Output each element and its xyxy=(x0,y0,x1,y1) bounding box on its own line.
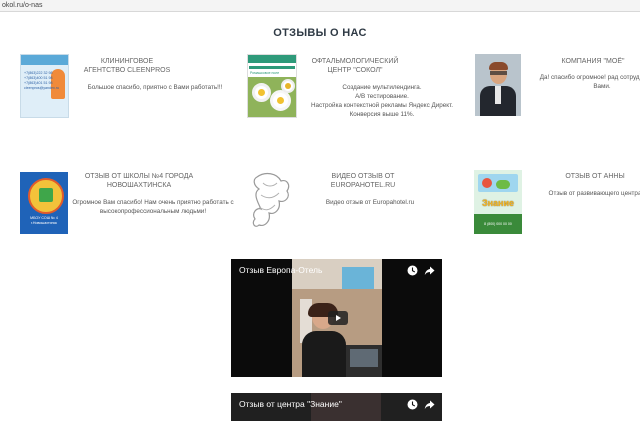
card-text: Огромное Вам спасибо! Нам очень приятно … xyxy=(72,199,234,215)
lion-logo-icon xyxy=(252,172,290,227)
card-title: ОТЗЫВ ОТ АННЫ xyxy=(565,173,625,180)
share-icon[interactable] xyxy=(424,265,435,276)
person-photo xyxy=(475,54,521,116)
thumb-caption: Ромашковое поле xyxy=(250,71,280,75)
play-button-icon[interactable] xyxy=(328,311,348,325)
card-title: КЛИНИНГОВОЕ АГЕНТСТВО CLEENPROS xyxy=(83,58,171,74)
thumb-brand: Знание xyxy=(481,198,515,208)
url-text: okol.ru/o-nas xyxy=(2,2,43,9)
video-player-znanie[interactable]: Отзыв от центра "Знание" xyxy=(231,393,442,421)
thumb-school-city: г.Новошахтинск xyxy=(31,221,57,225)
video-player-europa[interactable]: Отзыв Европа-Отель xyxy=(231,259,442,377)
school-emblem xyxy=(28,178,64,214)
thumb-email: cleenpros@yandex.ru xyxy=(24,86,60,90)
video-title: Отзыв Европа-Отель xyxy=(239,265,323,275)
page-title: ОТЗЫВЫ О НАС xyxy=(273,27,367,39)
review-thumbnail-europahotel[interactable] xyxy=(247,169,295,235)
review-thumbnail-school[interactable]: МБОУ СОШ № 4 г.Новошахтинск xyxy=(20,172,68,234)
share-icon[interactable] xyxy=(424,399,435,410)
watch-later-icon[interactable] xyxy=(407,399,418,410)
review-thumbnail-sokol[interactable]: Ромашковое поле xyxy=(247,54,297,118)
review-thumbnail-anna[interactable]: Знание 8 (800) 000 00 00 xyxy=(474,170,522,234)
card-text: Отзыв от развивающего центра xyxy=(548,190,640,197)
card-title: ОТЗЫВ ОТ ШКОЛЫ №4 ГОРОДА НОВОШАХТИНСКА xyxy=(84,173,194,189)
card-text: Создание мультилендинга. A/B тестировани… xyxy=(310,84,454,118)
card-text: Большое спасибо, приятно с Вами работать… xyxy=(87,84,223,91)
review-thumbnail-moe[interactable] xyxy=(475,54,521,116)
card-title: КОМПАНИЯ "МОЁ" xyxy=(561,58,625,65)
card-text: Да! спасибо огромное! рад сотрудничать с… xyxy=(539,74,640,90)
watch-later-icon[interactable] xyxy=(407,265,418,276)
review-thumbnail-cleenpros[interactable]: +7(863)222 32 98 +7(863)400 51 98 +7(863… xyxy=(20,54,69,118)
card-text: Видео отзыв от Europahotel.ru xyxy=(325,199,415,206)
video-title: Отзыв от центра "Знание" xyxy=(239,399,342,409)
card-title: ВИДЕО ОТЗЫВ ОТ EUROPAHOTEL.RU xyxy=(330,173,396,189)
address-bar[interactable]: okol.ru/o-nas xyxy=(0,0,640,12)
thumb-phone: 8 (800) 000 00 00 xyxy=(484,222,512,226)
card-title: ОФТАЛЬМОЛОГИЧЕСКИЙ ЦЕНТР "СОКОЛ" xyxy=(311,58,399,74)
